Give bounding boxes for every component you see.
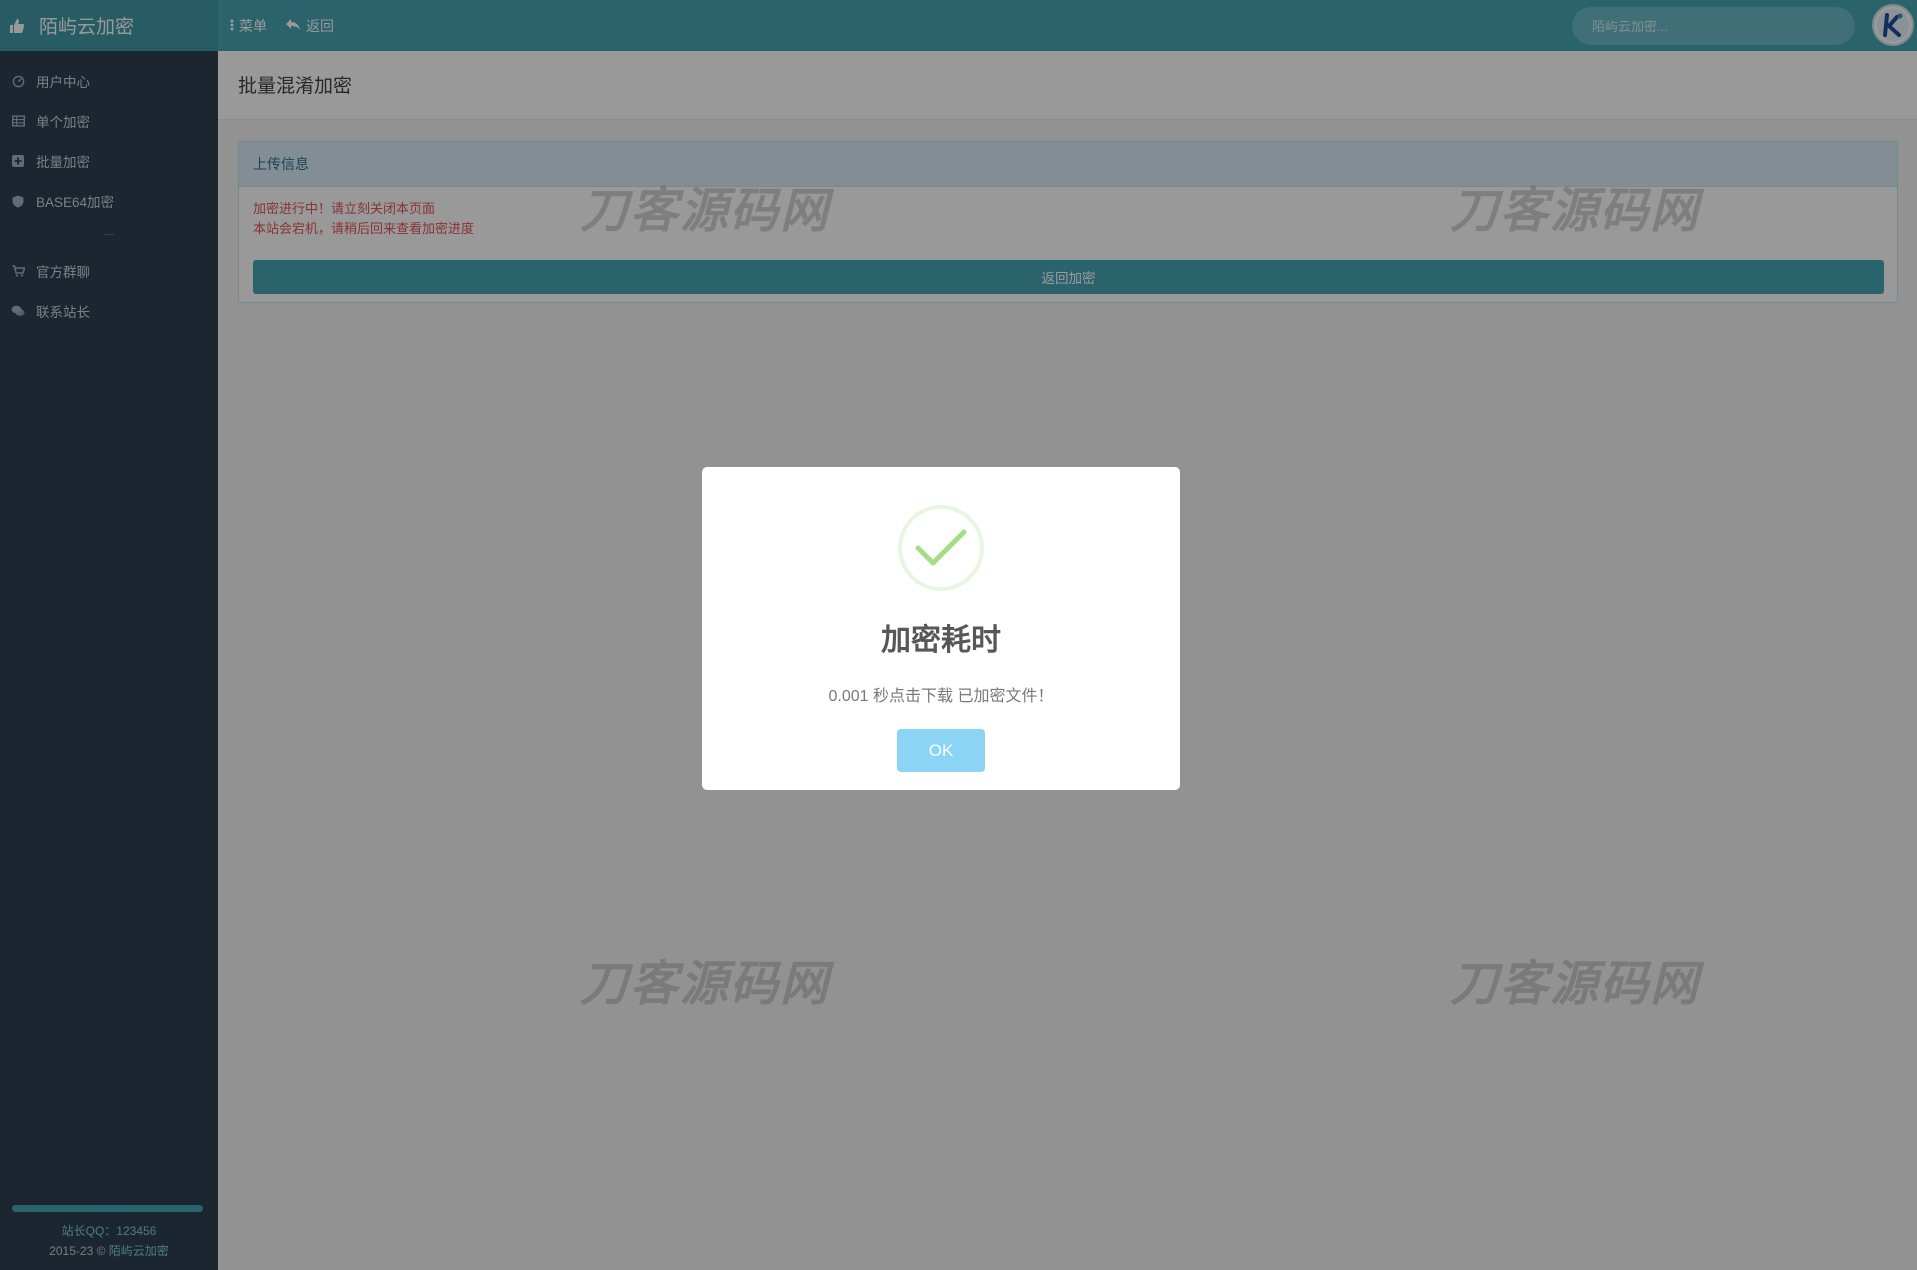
ok-button[interactable]: OK [897, 729, 985, 772]
success-check-icon [898, 505, 984, 591]
alert-dialog: 加密耗时 0.001 秒点击下载 已加密文件！ OK [702, 467, 1180, 790]
dialog-text: 0.001 秒点击下载 已加密文件！ [828, 688, 1054, 705]
dialog-title: 加密耗时 [881, 624, 1001, 657]
